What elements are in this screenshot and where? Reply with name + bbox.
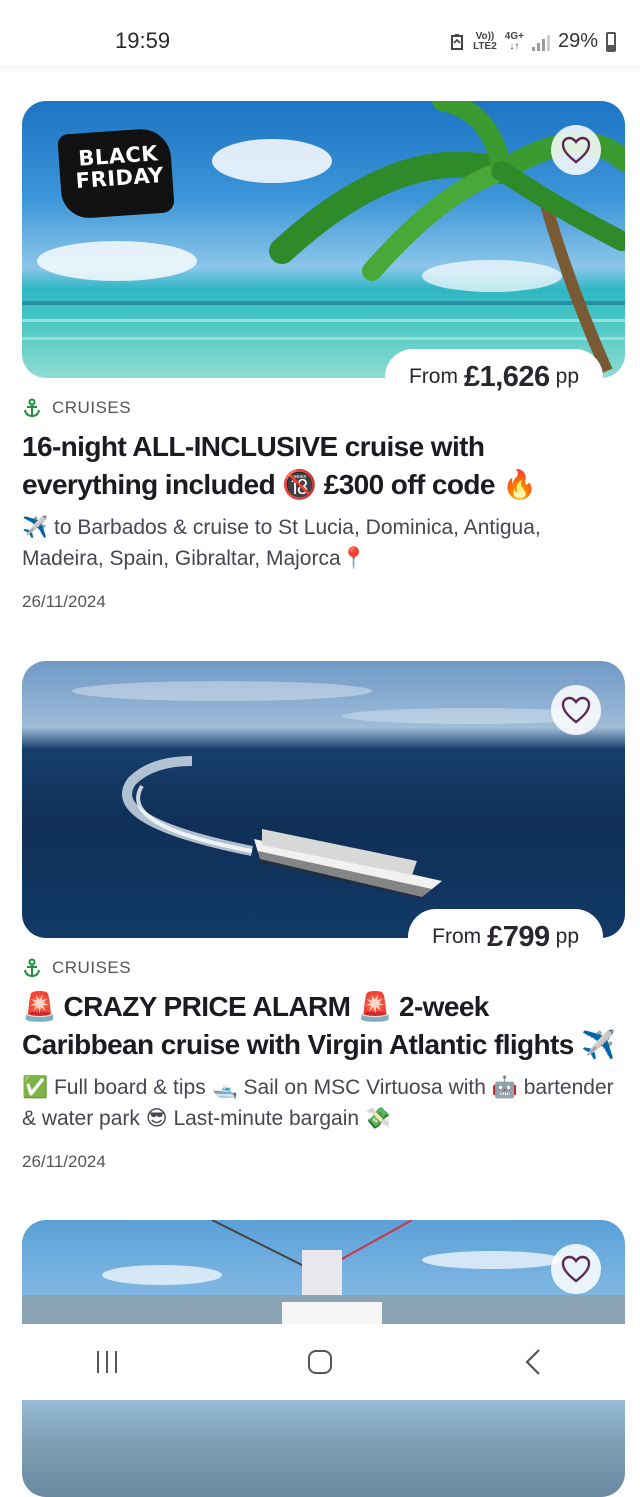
data-arrows: ↓↑ [509,40,520,52]
back-button[interactable] [493,1337,573,1387]
deal-image[interactable]: BLACK FRIDAY [22,101,625,378]
status-bar: 19:59 Vo)) LTE2 4G+ ↓↑ 29% [0,0,640,66]
price-suffix: pp [555,365,579,388]
status-icons: Vo)) LTE2 4G+ ↓↑ 29% [449,30,616,53]
category-label: CRUISES [52,398,132,417]
anchor-icon [24,958,40,978]
deal-title[interactable]: 16-night ALL-INCLUSIVE cruise with every… [22,428,622,504]
deal-description: ✅ Full board & tips 🛥️ Sail on MSC Virtu… [22,1076,614,1130]
category-label: CRUISES [52,958,132,977]
price-suffix: pp [555,925,579,948]
deal-title[interactable]: 🚨 CRAZY PRICE ALARM 🚨 2-week Caribbean c… [22,988,622,1064]
deal-description: ✈️ to Barbados & cruise to St Lucia, Dom… [22,516,541,570]
anchor-icon [24,398,40,418]
battery-icon [606,31,616,52]
data-type: 4G+ [504,30,524,42]
heart-icon [561,136,591,164]
deal-card[interactable]: BLACK FRIDAY From £1,626 pp CRUISES 16-n… [22,101,625,612]
data-indicator: 4G+ ↓↑ [504,30,524,52]
price-tag: From £799 pp [408,909,603,965]
favourite-button[interactable] [551,1244,601,1294]
recycle-icon [451,33,464,50]
status-time: 19:59 [115,28,171,53]
deal-date: 26/11/2024 [22,592,106,611]
heart-icon [561,696,591,724]
favourite-button[interactable] [551,685,601,735]
back-icon [525,1349,541,1375]
price-value: £799 [487,920,550,953]
volte-bottom: LTE2 [473,40,497,52]
system-nav-bar [0,1324,640,1400]
home-icon [307,1350,332,1374]
favourite-button[interactable] [551,125,601,175]
signal-icon [531,33,550,51]
black-friday-label: BLACK FRIDAY [74,141,165,194]
recent-apps-button[interactable] [67,1337,147,1387]
deal-date: 26/11/2024 [22,1152,106,1171]
deal-card[interactable]: From £799 pp CRUISES 🚨 CRAZY PRICE ALARM… [22,661,625,1172]
volte-top: Vo)) [475,30,495,42]
volte-indicator: Vo)) LTE2 [473,30,497,52]
price-value: £1,626 [463,360,550,393]
ship-scene [72,681,602,899]
price-prefix: From [432,925,482,948]
battery-percent: 29% [557,30,598,52]
home-button[interactable] [280,1337,360,1387]
heart-icon [561,1255,591,1283]
price-tag: From £1,626 pp [384,349,603,405]
recent-apps-icon [96,1351,117,1373]
price-prefix: From [408,365,458,388]
deal-image[interactable] [22,661,625,938]
